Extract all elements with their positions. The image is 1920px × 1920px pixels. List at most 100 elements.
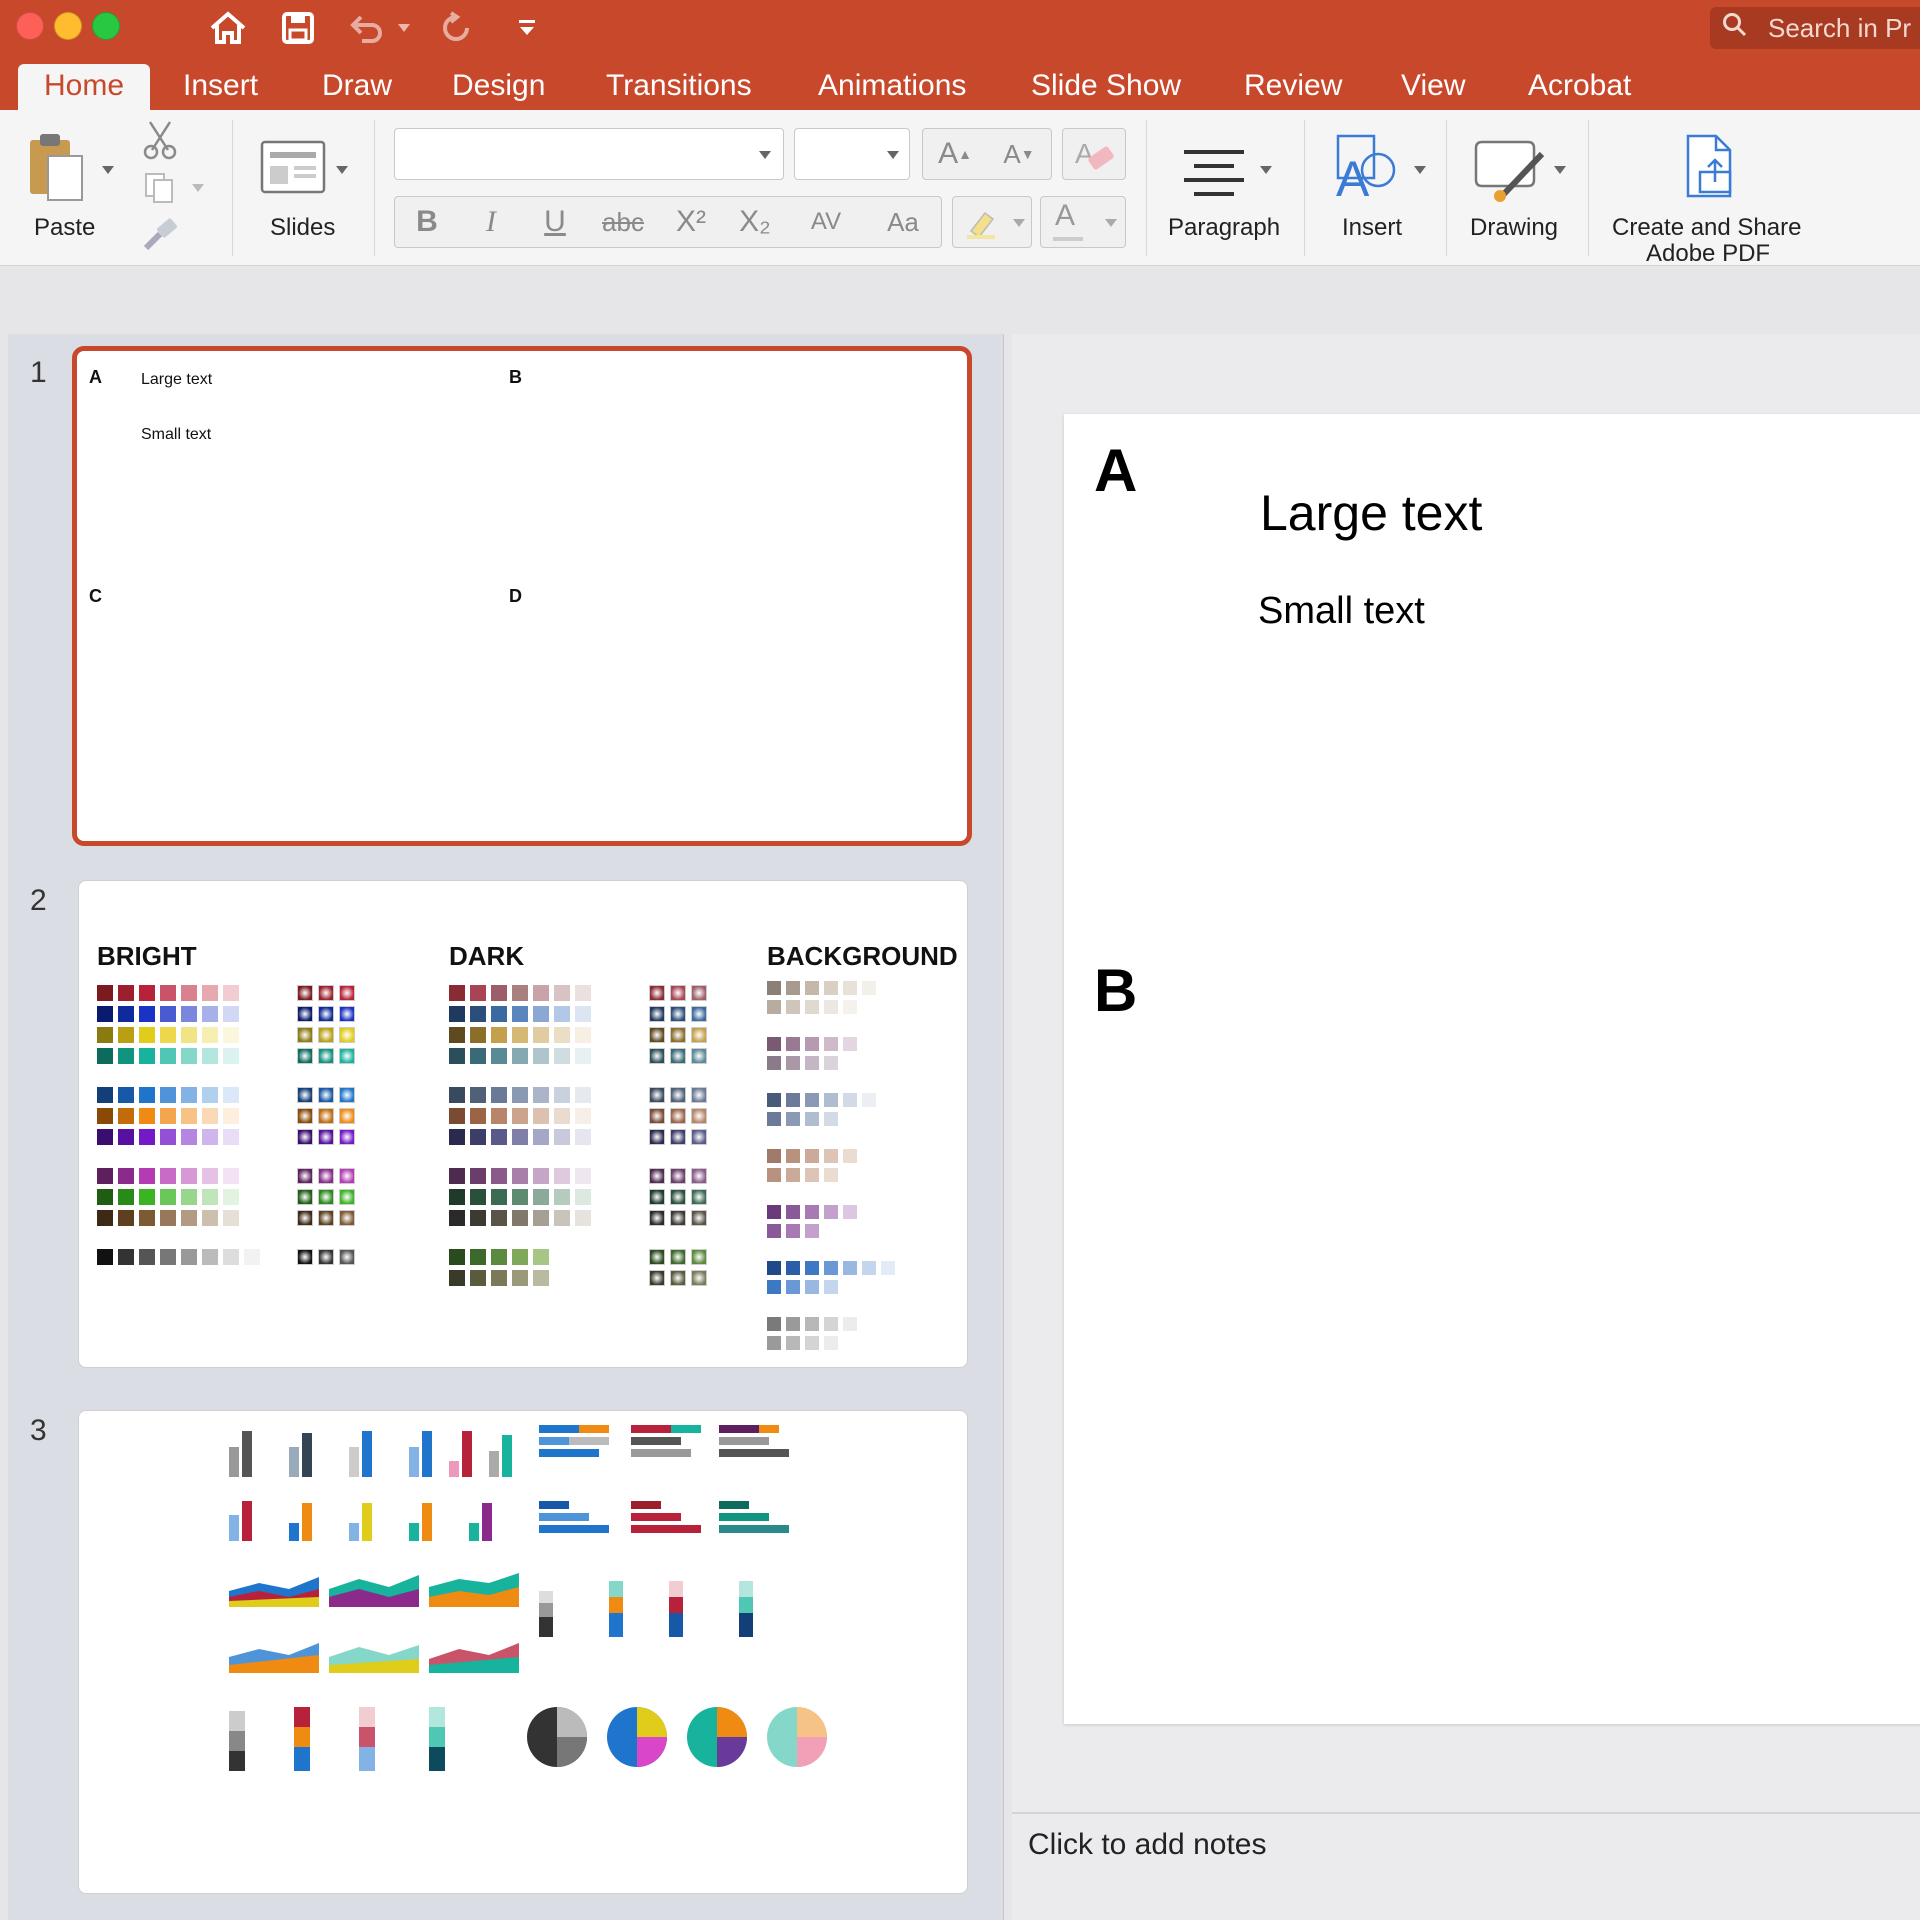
color-swatch bbox=[491, 1189, 507, 1205]
gradient-swatch bbox=[339, 1048, 355, 1064]
gradient-swatch bbox=[670, 1249, 686, 1265]
color-swatch bbox=[139, 1087, 155, 1103]
gradient-swatch bbox=[691, 1168, 707, 1184]
font-size-select[interactable] bbox=[794, 128, 910, 180]
notes-placeholder[interactable]: Click to add notes bbox=[1028, 1828, 1266, 1862]
undo-dropdown-icon[interactable] bbox=[398, 24, 410, 32]
slide-thumbnail-pane[interactable]: 1 A Large text Small text B C D 2 BRIGHT… bbox=[8, 334, 1004, 1920]
color-swatch bbox=[805, 1149, 819, 1163]
copy-icon[interactable] bbox=[142, 170, 178, 211]
gradient-swatch bbox=[649, 1270, 665, 1286]
slide-thumbnail-3[interactable] bbox=[78, 1410, 968, 1894]
gradient-swatch bbox=[670, 985, 686, 1001]
gradient-swatch bbox=[670, 1108, 686, 1124]
font-name-select[interactable] bbox=[394, 128, 784, 180]
color-swatch bbox=[843, 981, 857, 995]
color-swatch bbox=[533, 1108, 549, 1124]
slide-small-text[interactable]: Small text bbox=[1258, 590, 1425, 633]
tab-draw[interactable]: Draw bbox=[322, 64, 392, 110]
color-swatch bbox=[554, 1027, 570, 1043]
font-color-button[interactable]: A bbox=[1040, 196, 1126, 248]
color-swatch bbox=[786, 1149, 800, 1163]
color-swatch bbox=[449, 1270, 465, 1286]
undo-icon[interactable] bbox=[346, 8, 386, 48]
color-swatch bbox=[824, 1168, 838, 1182]
home-icon[interactable] bbox=[206, 8, 250, 48]
clear-formatting-button[interactable]: A bbox=[1062, 128, 1126, 180]
color-swatch bbox=[824, 1336, 838, 1350]
paragraph-button[interactable]: Paragraph bbox=[1160, 120, 1310, 255]
cut-icon[interactable] bbox=[142, 120, 178, 165]
tab-animations[interactable]: Animations bbox=[818, 64, 966, 110]
slide-label-b[interactable]: B bbox=[1094, 956, 1137, 1025]
redo-icon[interactable] bbox=[436, 8, 476, 48]
strikethrough-button[interactable]: abc bbox=[587, 197, 659, 247]
gradient-swatch bbox=[297, 1189, 313, 1205]
color-swatch bbox=[449, 1168, 465, 1184]
color-swatch bbox=[824, 1205, 838, 1219]
tab-insert[interactable]: Insert bbox=[183, 64, 258, 110]
format-painter-icon[interactable] bbox=[140, 218, 180, 259]
underline-button[interactable]: U bbox=[523, 197, 587, 247]
close-window-button[interactable] bbox=[16, 12, 44, 40]
ribbon-divider bbox=[232, 120, 233, 256]
insert-button[interactable]: A Insert bbox=[1320, 120, 1450, 255]
drawing-button[interactable]: Drawing bbox=[1460, 120, 1600, 255]
color-swatch bbox=[862, 1093, 876, 1107]
slide-large-text[interactable]: Large text bbox=[1260, 484, 1482, 542]
customize-toolbar-icon[interactable] bbox=[512, 8, 542, 48]
save-icon[interactable] bbox=[276, 8, 320, 48]
italic-button[interactable]: I bbox=[459, 197, 523, 247]
tab-acrobat[interactable]: Acrobat bbox=[1528, 64, 1631, 110]
change-case-button[interactable]: Aa bbox=[865, 197, 941, 247]
color-swatch bbox=[533, 1168, 549, 1184]
color-swatch bbox=[767, 1280, 781, 1294]
minimize-window-button[interactable] bbox=[54, 12, 82, 40]
color-swatch bbox=[160, 1087, 176, 1103]
subscript-button[interactable]: X₂ bbox=[723, 197, 787, 247]
slides-dropdown-icon[interactable] bbox=[336, 166, 348, 174]
color-swatch bbox=[575, 1168, 591, 1184]
slide-thumbnail-2[interactable]: BRIGHT DARK BACKGROUND bbox=[78, 880, 968, 1368]
slides-button[interactable]: Slides bbox=[250, 120, 360, 255]
font-color-swatch bbox=[1053, 237, 1083, 241]
tab-review[interactable]: Review bbox=[1244, 64, 1342, 110]
search-field[interactable]: Search in Pr bbox=[1710, 7, 1920, 49]
superscript-button[interactable]: X² bbox=[659, 197, 723, 247]
slide-label-a[interactable]: A bbox=[1094, 436, 1137, 505]
copy-dropdown-icon[interactable] bbox=[192, 184, 204, 192]
color-swatch bbox=[491, 1087, 507, 1103]
slide-thumbnail-1[interactable]: A Large text Small text B C D bbox=[72, 346, 972, 846]
increase-font-size-button[interactable]: A▲ bbox=[923, 129, 987, 179]
color-swatch bbox=[786, 1224, 800, 1238]
paste-button[interactable]: Paste bbox=[20, 120, 114, 255]
color-swatch bbox=[533, 1249, 549, 1265]
tab-view[interactable]: View bbox=[1401, 64, 1465, 110]
gradient-swatch bbox=[339, 1168, 355, 1184]
create-share-pdf-button[interactable]: Create and Share Adobe PDF bbox=[1600, 120, 1820, 267]
tab-home[interactable]: Home bbox=[18, 64, 151, 110]
highlight-button[interactable] bbox=[952, 196, 1032, 248]
color-swatch bbox=[491, 1210, 507, 1226]
color-swatch bbox=[202, 1129, 218, 1145]
color-swatch bbox=[533, 1270, 549, 1286]
tab-transitions[interactable]: Transitions bbox=[606, 64, 752, 110]
ribbon-divider bbox=[1304, 120, 1305, 256]
color-swatch bbox=[223, 1189, 239, 1205]
tab-slide-show[interactable]: Slide Show bbox=[1031, 64, 1181, 110]
color-swatch bbox=[533, 1027, 549, 1043]
color-swatch bbox=[767, 1000, 781, 1014]
current-slide-canvas[interactable]: A Large text Small text B bbox=[1064, 414, 1920, 1724]
character-spacing-button[interactable]: AV bbox=[787, 197, 865, 247]
gradient-swatch bbox=[297, 1168, 313, 1184]
zoom-window-button[interactable] bbox=[92, 12, 120, 40]
color-swatch bbox=[160, 1249, 176, 1265]
bold-button[interactable]: B bbox=[395, 197, 459, 247]
tab-design[interactable]: Design bbox=[452, 64, 545, 110]
gradient-swatch bbox=[318, 1168, 334, 1184]
mini-pie-charts bbox=[527, 1707, 827, 1767]
paste-dropdown-icon[interactable] bbox=[102, 166, 114, 174]
color-swatch bbox=[181, 1006, 197, 1022]
decrease-font-size-button[interactable]: A▼ bbox=[987, 129, 1051, 179]
color-swatch bbox=[181, 985, 197, 1001]
